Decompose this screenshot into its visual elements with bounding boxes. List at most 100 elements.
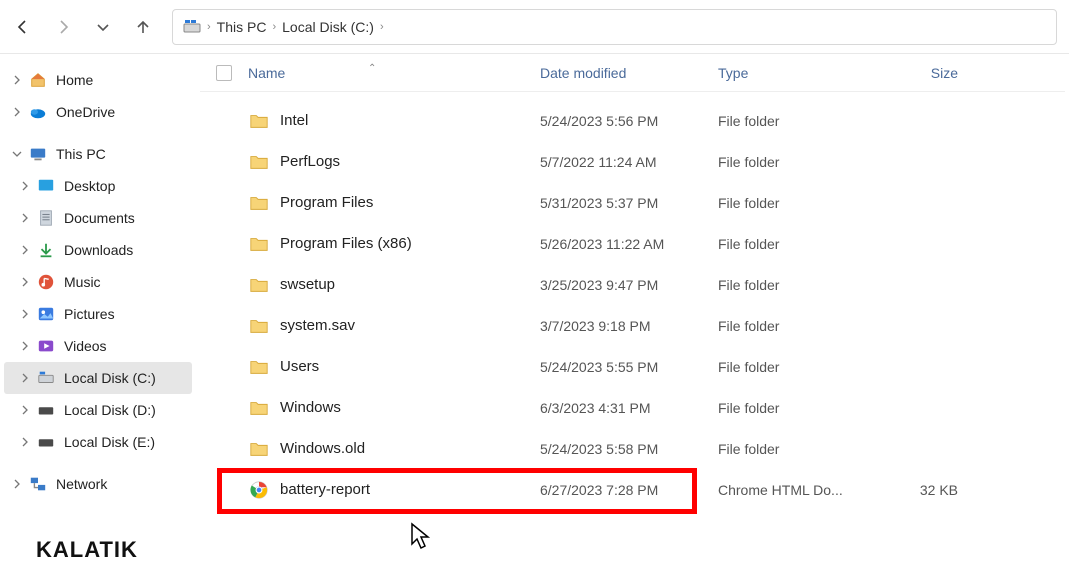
sidebar-item-label: Local Disk (D:) — [64, 402, 156, 418]
drive-icon — [36, 432, 56, 452]
sidebar-item-label: Documents — [64, 210, 135, 226]
file-name: PerfLogs — [280, 153, 340, 170]
checkbox-icon — [216, 65, 232, 81]
chevron-right-icon — [18, 435, 32, 449]
file-date: 5/24/2023 5:55 PM — [540, 359, 718, 375]
file-date: 5/24/2023 5:56 PM — [540, 113, 718, 129]
music-icon — [36, 272, 56, 292]
file-type: File folder — [718, 236, 868, 252]
sidebar-item-this-pc[interactable]: This PC — [4, 138, 192, 170]
column-label: Size — [931, 65, 958, 81]
pc-icon — [28, 144, 48, 164]
file-type: File folder — [718, 113, 868, 129]
chevron-down-icon — [95, 19, 111, 35]
folder-icon — [248, 397, 270, 419]
desktop-icon — [36, 176, 56, 196]
folder-icon — [248, 274, 270, 296]
breadcrumb-this-pc[interactable]: This PC — [217, 19, 267, 35]
file-date: 3/25/2023 9:47 PM — [540, 277, 718, 293]
folder-icon — [248, 356, 270, 378]
file-rows-container: Intel5/24/2023 5:56 PMFile folderPerfLog… — [200, 92, 1065, 510]
file-row[interactable]: Users 5/24/2023 5:55 PMFile folder — [200, 346, 1065, 387]
file-name: battery-report — [280, 481, 370, 498]
file-name: Intel — [280, 112, 308, 129]
file-type: File folder — [718, 400, 868, 416]
sidebar-item-videos[interactable]: Videos — [4, 330, 192, 362]
sidebar-item-desktop[interactable]: Desktop — [4, 170, 192, 202]
column-header-size[interactable]: Size — [868, 65, 968, 81]
recent-dropdown-button[interactable] — [92, 16, 114, 38]
file-name: Users — [280, 358, 319, 375]
file-type: File folder — [718, 154, 868, 170]
sidebar-item-music[interactable]: Music — [4, 266, 192, 298]
file-type: File folder — [718, 277, 868, 293]
chevron-down-icon — [10, 147, 24, 161]
file-row[interactable]: swsetup3/25/2023 9:47 PMFile folder — [200, 264, 1065, 305]
sidebar-item-label: Home — [56, 72, 93, 88]
file-row[interactable]: Intel 5/24/2023 5:56 PMFile folder — [200, 100, 1065, 141]
sidebar-item-documents[interactable]: Documents — [4, 202, 192, 234]
file-date: 6/3/2023 4:31 PM — [540, 400, 718, 416]
breadcrumb-sep-icon: › — [272, 21, 276, 33]
sidebar-item-local-disk-e[interactable]: Local Disk (E:) — [4, 426, 192, 458]
file-list-pane: Name ⌃ Date modified Type Size Intel 5/24… — [196, 54, 1069, 575]
file-date: 5/26/2023 11:22 AM — [540, 236, 718, 252]
onedrive-icon — [28, 102, 48, 122]
file-name: Program Files — [280, 194, 373, 211]
sidebar-item-home[interactable]: Home — [4, 64, 192, 96]
column-header-type[interactable]: Type — [718, 65, 868, 81]
file-row[interactable]: Program Files (x86) 5/26/2023 11:22 AMFil… — [200, 223, 1065, 264]
arrow-up-icon — [135, 19, 151, 35]
chevron-right-icon — [18, 243, 32, 257]
chevron-right-icon — [10, 105, 24, 119]
column-header-row: Name ⌃ Date modified Type Size — [200, 54, 1065, 92]
sidebar-item-onedrive[interactable]: OneDrive — [4, 96, 192, 128]
breadcrumb-sep-icon: › — [207, 21, 211, 33]
forward-button[interactable] — [52, 16, 74, 38]
documents-icon — [36, 208, 56, 228]
up-button[interactable] — [132, 16, 154, 38]
sidebar-item-label: Local Disk (C:) — [64, 370, 156, 386]
chrome-icon — [248, 479, 270, 501]
folder-icon — [248, 192, 270, 214]
column-label: Name — [248, 65, 285, 81]
file-name: system.sav — [280, 317, 355, 334]
file-row[interactable]: PerfLogs5/7/2022 11:24 AMFile folder — [200, 141, 1065, 182]
file-row[interactable]: Windows.old5/24/2023 5:58 PMFile folder — [200, 428, 1065, 469]
column-header-date[interactable]: Date modified — [540, 65, 718, 81]
folder-icon — [248, 438, 270, 460]
column-header-checkbox[interactable] — [200, 65, 248, 81]
column-header-name[interactable]: Name ⌃ — [248, 65, 540, 81]
back-button[interactable] — [12, 16, 34, 38]
folder-icon — [248, 151, 270, 173]
breadcrumb-sep-icon: › — [380, 21, 384, 33]
file-date: 5/24/2023 5:58 PM — [540, 441, 718, 457]
pictures-icon — [36, 304, 56, 324]
breadcrumb-local-disk-c[interactable]: Local Disk (C:) — [282, 19, 374, 35]
file-row[interactable]: Windows6/3/2023 4:31 PMFile folder — [200, 387, 1065, 428]
sidebar-item-pictures[interactable]: Pictures — [4, 298, 192, 330]
file-name: Program Files (x86) — [280, 235, 412, 252]
file-date: 6/27/2023 7:28 PM — [540, 482, 718, 498]
sidebar-item-downloads[interactable]: Downloads — [4, 234, 192, 266]
sidebar-item-network[interactable]: Network — [4, 468, 192, 500]
address-bar[interactable]: › This PC › Local Disk (C:) › — [172, 9, 1057, 45]
file-row[interactable]: battery-report6/27/2023 7:28 PMChrome HT… — [200, 469, 1065, 510]
home-icon — [28, 70, 48, 90]
folder-icon — [248, 315, 270, 337]
sidebar-item-local-disk-c[interactable]: Local Disk (C:) — [4, 362, 192, 394]
file-type: File folder — [718, 359, 868, 375]
file-row[interactable]: system.sav3/7/2023 9:18 PMFile folder — [200, 305, 1065, 346]
chevron-right-icon — [18, 307, 32, 321]
nav-button-group — [12, 16, 154, 38]
sidebar-item-label: Music — [64, 274, 101, 290]
chevron-right-icon — [18, 179, 32, 193]
cursor-overlay-icon — [410, 522, 432, 553]
arrow-left-icon — [15, 19, 31, 35]
file-row[interactable]: Program Files5/31/2023 5:37 PMFile folde… — [200, 182, 1065, 223]
sidebar-item-local-disk-d[interactable]: Local Disk (D:) — [4, 394, 192, 426]
sidebar-item-label: Desktop — [64, 178, 115, 194]
chevron-right-icon — [18, 275, 32, 289]
chevron-right-icon — [18, 371, 32, 385]
file-type: File folder — [718, 195, 868, 211]
